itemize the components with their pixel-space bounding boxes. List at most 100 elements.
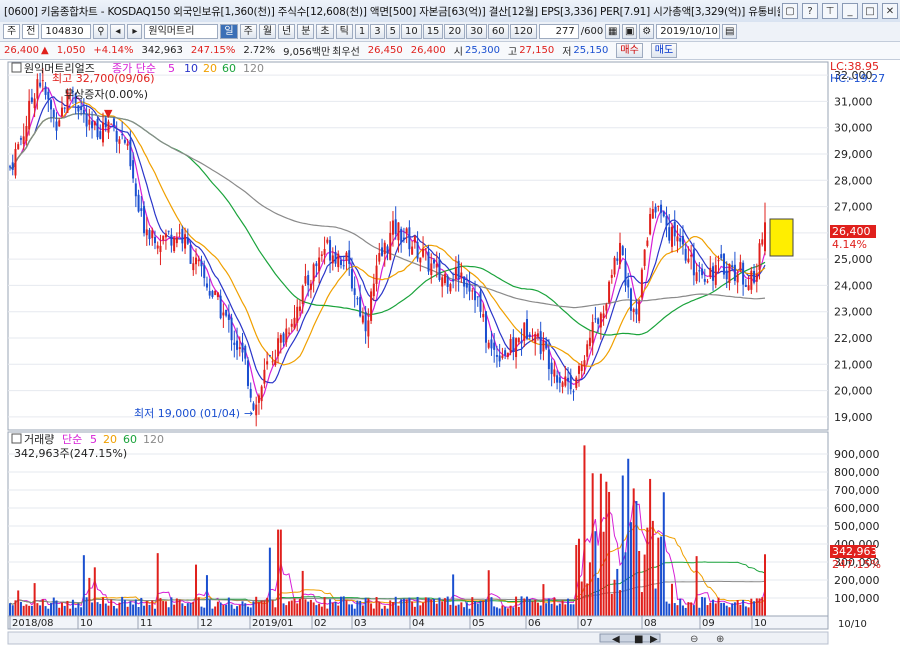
search-icon[interactable]: ⚲ [93, 24, 109, 39]
candle-body [610, 274, 613, 278]
panel-toggle-icon[interactable] [11, 62, 22, 73]
volume-bar [28, 605, 31, 616]
pin-icon[interactable]: ⊤ [822, 3, 838, 19]
candle-body [145, 229, 148, 236]
candle-body [449, 284, 452, 292]
tab-tick[interactable]: 틱 [335, 24, 353, 39]
volume-bar [167, 607, 170, 616]
next-icon[interactable]: ▸ [127, 24, 143, 39]
chart-area[interactable]: 32,00031,00030,00029,00028,00027,00026,0… [0, 60, 900, 650]
market-select[interactable]: 주 [3, 24, 21, 39]
zoom-out-icon[interactable]: ⊖ [690, 634, 698, 645]
candle-body [487, 342, 490, 348]
current-price: 26,400 [4, 45, 39, 56]
candle-body [670, 226, 673, 247]
scrollbar[interactable] [7, 631, 829, 645]
volume-bar [339, 596, 342, 616]
turnover: 2.72% [243, 45, 276, 56]
candle-body [446, 276, 449, 287]
scroll-right-icon[interactable]: ▶ [650, 634, 658, 645]
candle-body [651, 209, 654, 219]
candle-body [690, 254, 693, 257]
price-tick-label: 19,000 [834, 411, 873, 424]
candle-body [755, 273, 758, 282]
close-icon[interactable]: ✕ [882, 3, 898, 19]
restore-icon[interactable]: ▢ [782, 3, 798, 19]
volume-bar [640, 592, 643, 616]
candle-body [178, 232, 181, 234]
volume-bar [599, 473, 602, 616]
minute-btn-5[interactable]: 5 [385, 24, 400, 39]
date-input[interactable]: 2019/10/10 [656, 24, 721, 39]
candle-body [438, 259, 441, 281]
save-icon[interactable]: ▣ [622, 24, 638, 39]
x-axis-label: 12 [200, 618, 213, 629]
minute-btn-1[interactable]: 1 [354, 24, 370, 39]
candle-body [236, 340, 239, 350]
candle-body [233, 342, 236, 345]
candle-body [381, 247, 384, 256]
volume-toggle-icon[interactable] [11, 433, 22, 444]
minute-btn-15[interactable]: 15 [422, 24, 444, 39]
candle-body [471, 290, 474, 292]
volume-bar [739, 604, 742, 616]
tab-day[interactable]: 일 [220, 24, 238, 39]
volume-bar [476, 603, 479, 616]
tab-second[interactable]: 초 [316, 24, 334, 39]
minute-btn-30[interactable]: 30 [466, 24, 487, 39]
current-volume-text: 342,963 [832, 545, 878, 558]
volume-legend-type: 단순 [62, 433, 82, 446]
volume-tick-label: 700,000 [834, 484, 880, 497]
candle-body [50, 100, 53, 110]
candle-body [386, 246, 389, 254]
prev-icon[interactable]: ◂ [110, 24, 126, 39]
candle-body [586, 344, 589, 357]
candle-body [736, 274, 739, 283]
candle-body [356, 298, 359, 300]
scroll-stop-icon[interactable]: ■ [634, 634, 643, 645]
help-icon[interactable]: ? [802, 3, 818, 19]
maximize-icon[interactable]: □ [862, 3, 878, 19]
candle-body [282, 333, 285, 343]
volume-bar [230, 604, 233, 616]
zoom-in-icon[interactable]: ⊕ [716, 634, 724, 645]
scroll-left-icon[interactable]: ◀ [612, 634, 620, 645]
volume-tick-label: 800,000 [834, 466, 880, 479]
minute-btn-10[interactable]: 10 [400, 24, 422, 39]
minute-btn-20[interactable]: 20 [444, 24, 466, 39]
candle-body [203, 265, 206, 279]
volume-bar [126, 606, 129, 616]
candle-body [703, 279, 706, 282]
sell-button[interactable]: 매도 [650, 43, 678, 58]
volume-bar [241, 601, 244, 616]
company-field[interactable]: 원익머트리 [144, 24, 219, 39]
minimize-icon[interactable]: _ [842, 3, 858, 19]
volume-bar [205, 575, 208, 616]
volume-bar [413, 606, 416, 616]
candle-body [151, 230, 154, 239]
candle-body [266, 361, 269, 365]
minute-btn-120[interactable]: 120 [509, 24, 537, 39]
buy-button[interactable]: 매수 [616, 43, 643, 58]
tab-year[interactable]: 년 [278, 24, 296, 39]
volume-bar [438, 597, 441, 616]
settings-icon[interactable]: ⚙ [639, 24, 655, 39]
volume-bar [249, 607, 252, 616]
volume-bar [460, 602, 463, 616]
candle-body [739, 262, 742, 270]
grid-icon[interactable]: ▦ [605, 24, 621, 39]
candle-body [493, 342, 496, 350]
stock-chart[interactable]: 32,00031,00030,00029,00028,00027,00026,0… [0, 60, 900, 650]
candle-body [528, 334, 531, 337]
candle-body [307, 275, 310, 286]
tab-minute[interactable]: 분 [297, 24, 315, 39]
period-select[interactable]: 전 [22, 24, 40, 39]
volume-bar [233, 608, 236, 616]
code-input[interactable]: 104830 [41, 24, 92, 39]
minute-btn-3[interactable]: 3 [370, 24, 385, 39]
tab-week[interactable]: 주 [239, 24, 257, 39]
count-input[interactable]: 277 [538, 24, 579, 39]
calendar-icon[interactable]: ▤ [722, 24, 738, 39]
minute-btn-60[interactable]: 60 [487, 24, 509, 39]
tab-month[interactable]: 월 [258, 24, 277, 39]
